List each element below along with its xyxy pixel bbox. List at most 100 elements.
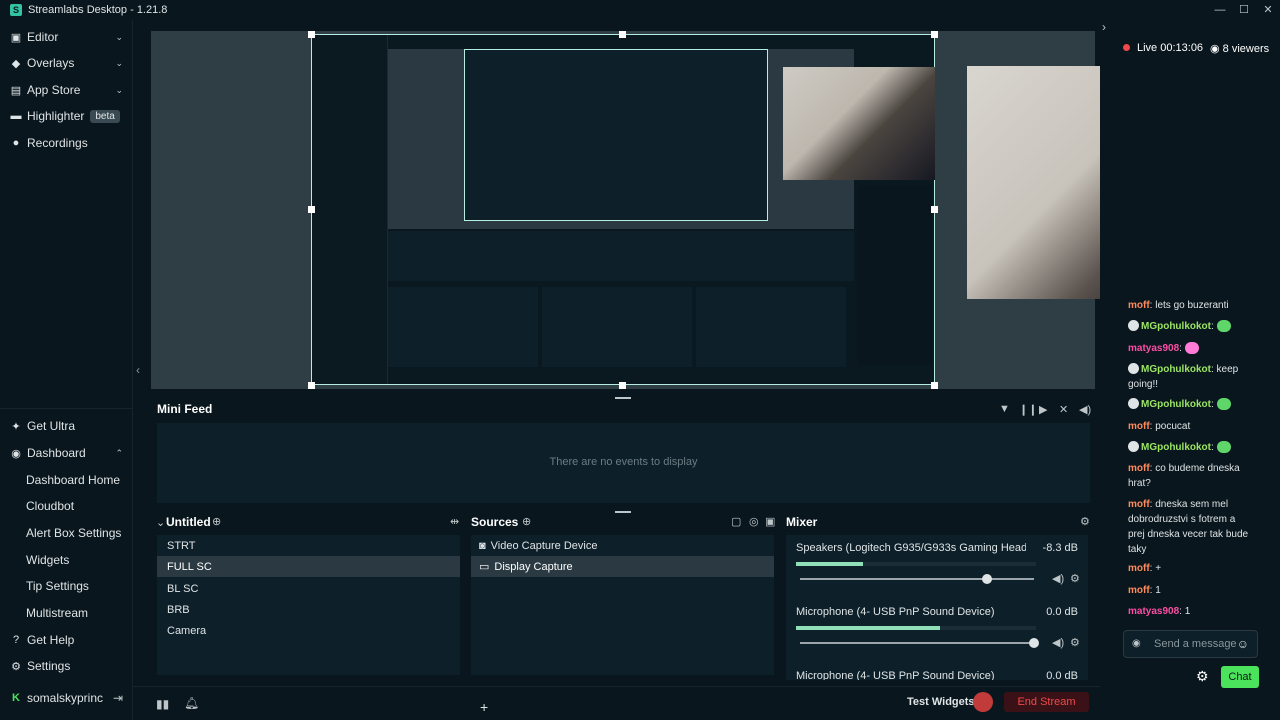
- resize-handle[interactable]: [619, 382, 626, 389]
- chat-text: : 1: [1179, 606, 1191, 617]
- chat-username[interactable]: matyas908: [1128, 343, 1179, 354]
- chat-username[interactable]: moff: [1128, 563, 1150, 574]
- resize-handle[interactable]: [931, 206, 938, 213]
- sidebar-item-dashboard[interactable]: ◉ Dashboard ⌃: [0, 440, 133, 466]
- chat-placeholder: Send a message: [1154, 638, 1237, 650]
- nested-capture: [464, 49, 768, 221]
- sidebar: ▣ Editor ⌄ ◆ Overlays ⌄ ▤ App Store ⌄ ▬ …: [0, 20, 133, 720]
- source-group-icon[interactable]: ▢: [731, 515, 741, 528]
- streamlabs-logo-icon: S: [10, 4, 22, 16]
- chat-username[interactable]: moff: [1128, 300, 1150, 311]
- gear-icon: ⚙: [11, 660, 21, 673]
- resize-handle[interactable]: [308, 382, 315, 389]
- add-source-icon[interactable]: ⊕: [522, 515, 531, 528]
- sidebar-item-cloudbot[interactable]: Cloudbot: [0, 493, 133, 519]
- chat-input[interactable]: ◉ Send a message ☺: [1123, 630, 1258, 658]
- sources-title: Sources: [471, 515, 519, 529]
- live-timer: Live 00:13:06: [1137, 42, 1204, 54]
- sidebar-item-editor[interactable]: ▣ Editor ⌄: [0, 24, 133, 50]
- mute-alerts-icon[interactable]: ✕: [1059, 403, 1068, 416]
- sidebar-item-alert-box-settings[interactable]: Alert Box Settings: [0, 520, 133, 546]
- collapse-left-icon[interactable]: ‹: [136, 363, 140, 377]
- sidebar-item-dashboard-home[interactable]: Dashboard Home: [0, 467, 133, 493]
- recordings-icon: ●: [12, 137, 20, 149]
- sidebar-item-label: Editor: [27, 30, 59, 44]
- mixer-settings-icon[interactable]: ⚙: [1080, 515, 1090, 528]
- pause-icon[interactable]: ❙❙: [1019, 403, 1037, 416]
- appstore-icon: ▤: [10, 84, 22, 97]
- chat-username[interactable]: MGpohulkokot: [1141, 442, 1211, 453]
- resize-handle[interactable]: [308, 31, 315, 38]
- webcam-video-nested[interactable]: [783, 67, 935, 180]
- mini-feed-panel: There are no events to display: [157, 423, 1090, 503]
- chat-username[interactable]: moff: [1128, 463, 1150, 474]
- emoji-icon[interactable]: ☺: [1237, 637, 1249, 651]
- add-scene-icon[interactable]: ⊕: [212, 515, 221, 528]
- chat-settings-icon[interactable]: ⚙: [1196, 668, 1209, 685]
- skip-icon[interactable]: ▶: [1039, 403, 1047, 416]
- chat-username[interactable]: moff: [1128, 585, 1150, 596]
- chat-username[interactable]: MGpohulkokot: [1141, 399, 1211, 410]
- logout-icon[interactable]: ⇥: [113, 691, 123, 705]
- source-item[interactable]: ◙ Video Capture Device: [471, 535, 774, 556]
- resize-handle[interactable]: [308, 206, 315, 213]
- volume-icon[interactable]: ◀): [1079, 403, 1091, 416]
- channel-settings-icon[interactable]: ⚙: [1070, 572, 1080, 585]
- mixer-channel-name: Speakers (Logitech G935/G933s Gaming Hea…: [796, 542, 1026, 554]
- resize-handle[interactable]: [931, 382, 938, 389]
- scene-transition-icon[interactable]: ⇹: [450, 515, 459, 528]
- scenes-title: Untitled: [166, 515, 211, 529]
- mute-icon[interactable]: ◀): [1052, 572, 1064, 585]
- resize-handle[interactable]: [619, 31, 626, 38]
- sidebar-item-label: Get Ultra: [27, 419, 76, 433]
- scene-item[interactable]: Camera: [157, 620, 460, 641]
- source-item-selected[interactable]: ▭ Display Capture: [471, 556, 774, 577]
- overlays-icon: ◆: [11, 57, 21, 70]
- chat-send-button[interactable]: Chat: [1221, 666, 1259, 688]
- notifications-icon[interactable]: 🔔︎: [184, 696, 199, 710]
- filter-icon[interactable]: ▼: [999, 403, 1010, 415]
- sidebar-item-widgets[interactable]: Widgets: [0, 547, 133, 573]
- source-folder-icon[interactable]: ▣: [765, 515, 775, 528]
- chat-username[interactable]: MGpohulkokot: [1141, 321, 1211, 332]
- chat-username[interactable]: matyas908: [1128, 606, 1179, 617]
- sidebar-item-get-ultra[interactable]: ✦ Get Ultra: [0, 413, 133, 439]
- sidebar-user[interactable]: K somalskyprinc ⇥: [0, 685, 133, 711]
- volume-slider[interactable]: [800, 574, 1034, 584]
- sidebar-item-settings[interactable]: ⚙ Settings: [0, 653, 133, 679]
- mute-icon[interactable]: ◀): [1052, 636, 1064, 649]
- sidebar-item-tip-settings[interactable]: Tip Settings: [0, 573, 133, 599]
- end-stream-button[interactable]: End Stream: [1004, 692, 1089, 712]
- drag-handle[interactable]: [615, 511, 631, 513]
- resize-handle[interactable]: [931, 31, 938, 38]
- sidebar-item-overlays[interactable]: ◆ Overlays ⌄: [0, 50, 133, 76]
- chat-text: : 1: [1149, 585, 1161, 596]
- source-scene-icon[interactable]: ◎: [749, 515, 759, 528]
- test-widgets-button[interactable]: [973, 692, 993, 712]
- chat-username[interactable]: moff: [1128, 421, 1150, 432]
- volume-slider[interactable]: [800, 638, 1039, 648]
- sidebar-item-get-help[interactable]: ? Get Help: [0, 627, 133, 653]
- close-button[interactable]: ✕: [1256, 0, 1280, 20]
- sidebar-item-label: App Store: [27, 83, 81, 97]
- scene-item[interactable]: STRT: [157, 535, 460, 556]
- chat-text: :: [1211, 442, 1214, 453]
- channel-settings-icon[interactable]: ⚙: [1070, 636, 1080, 649]
- sidebar-item-multistream[interactable]: Multistream: [0, 600, 133, 626]
- maximize-button[interactable]: ☐: [1232, 0, 1256, 20]
- scene-item[interactable]: BL SC: [157, 578, 460, 599]
- scene-item[interactable]: BRB: [157, 599, 460, 620]
- chat-text: : pocucat: [1149, 421, 1191, 432]
- sidebar-item-highlighter[interactable]: ▬ Highlighter beta: [0, 103, 133, 129]
- chat-username[interactable]: MGpohulkokot: [1141, 364, 1211, 375]
- minimize-button[interactable]: —: [1208, 0, 1232, 20]
- viewer-count-text: 8 viewers: [1222, 43, 1270, 55]
- chat-username[interactable]: moff: [1128, 499, 1150, 510]
- sidebar-item-appstore[interactable]: ▤ App Store ⌄: [0, 77, 133, 103]
- stats-icon[interactable]: ▮▮: [156, 697, 169, 711]
- drag-handle[interactable]: [615, 397, 631, 399]
- chevron-down-icon[interactable]: ⌄: [156, 516, 165, 529]
- sidebar-item-recordings[interactable]: ● Recordings: [0, 130, 133, 156]
- collapse-right-icon[interactable]: ›: [1102, 20, 1106, 34]
- scene-item-selected[interactable]: FULL SC: [157, 556, 460, 577]
